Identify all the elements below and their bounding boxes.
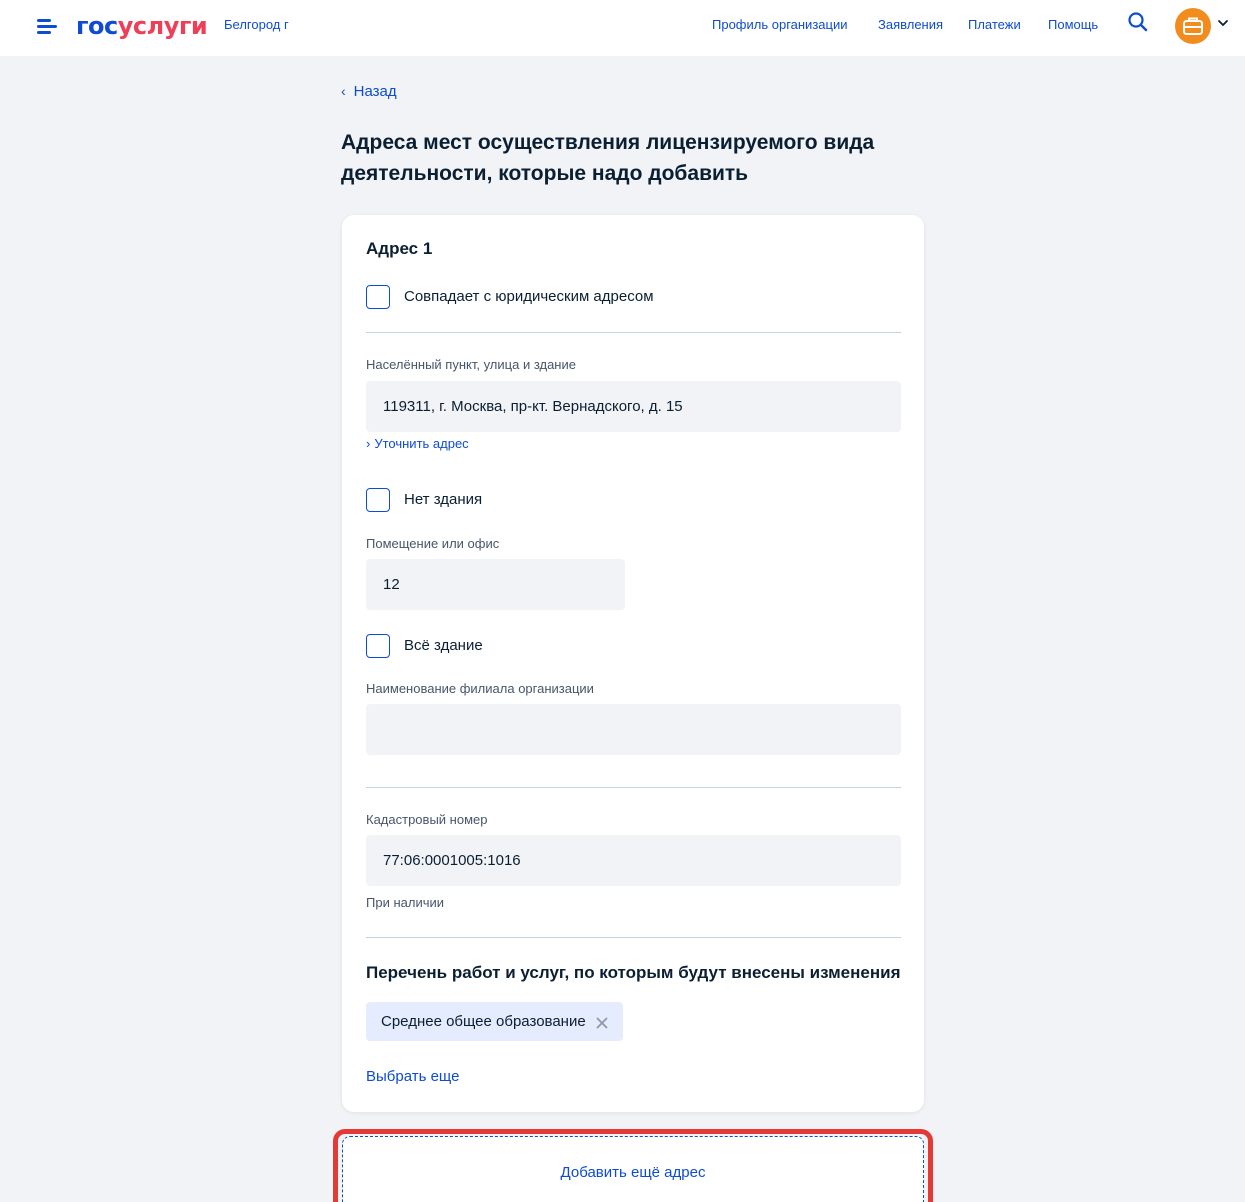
gosuslugi-logo[interactable]: госуслуги [76,12,208,40]
room-input[interactable]: 12 [366,559,625,610]
add-address-label: Добавить ещё адрес [560,1164,706,1181]
region-selector[interactable]: Белгород г [224,17,289,32]
search-icon[interactable] [1126,10,1150,34]
locality-label: Населённый пункт, улица и здание [366,357,576,372]
refine-address-link[interactable]: › Уточнить адрес [366,436,469,451]
service-chip: Среднее общее образование [366,1002,623,1041]
chevron-left-icon: ‹ [341,83,346,99]
same-as-legal-checkbox[interactable] [366,285,390,309]
back-link[interactable]: ‹ Назад [341,83,397,100]
nav-payments[interactable]: Платежи [968,17,1021,32]
whole-building-label[interactable]: Всё здание [404,637,483,654]
address-card: Адрес 1 Совпадает с юридическим адресом … [342,215,924,1112]
top-header: госуслуги Белгород г Профиль организации… [0,0,1245,56]
branch-label: Наименование филиала организации [366,681,594,696]
choose-more-link[interactable]: Выбрать еще [366,1068,459,1085]
whole-building-checkbox[interactable] [366,634,390,658]
services-title: Перечень работ и услуг, по которым будут… [366,963,901,982]
no-building-checkbox[interactable] [366,488,390,512]
address-title: Адрес 1 [366,239,433,258]
cadastral-input[interactable]: 77:06:0001005:1016 [366,835,901,886]
nav-applications[interactable]: Заявления [878,17,943,32]
refine-address-label: Уточнить адрес [374,436,469,451]
cadastral-hint: При наличии [366,895,444,910]
divider [366,787,901,788]
nav-help[interactable]: Помощь [1048,17,1098,32]
page-title: Адреса мест осуществления лицензируемого… [341,131,875,185]
logo-part-uslugi: услуги [117,12,208,40]
service-chip-label: Среднее общее образование [381,1013,586,1030]
back-label: Назад [353,83,397,100]
no-building-label[interactable]: Нет здания [404,491,482,508]
nav-organization-profile[interactable]: Профиль организации [712,17,847,32]
locality-input[interactable]: 119311, г. Москва, пр-кт. Вернадского, д… [366,381,901,432]
divider [366,937,901,938]
logo-part-gos: гос [76,12,118,40]
divider [366,332,901,333]
room-label: Помещение или офис [366,536,500,551]
chevron-right-icon: › [366,436,371,451]
same-as-legal-label[interactable]: Совпадает с юридическим адресом [404,288,654,305]
cadastral-label: Кадастровый номер [366,812,488,827]
burger-menu-icon[interactable] [37,18,57,36]
briefcase-icon[interactable] [1175,8,1211,44]
branch-input[interactable] [366,704,901,755]
close-icon[interactable] [596,1016,608,1028]
add-address-button[interactable]: Добавить ещё адрес [342,1136,924,1202]
chevron-down-icon[interactable] [1216,16,1230,30]
